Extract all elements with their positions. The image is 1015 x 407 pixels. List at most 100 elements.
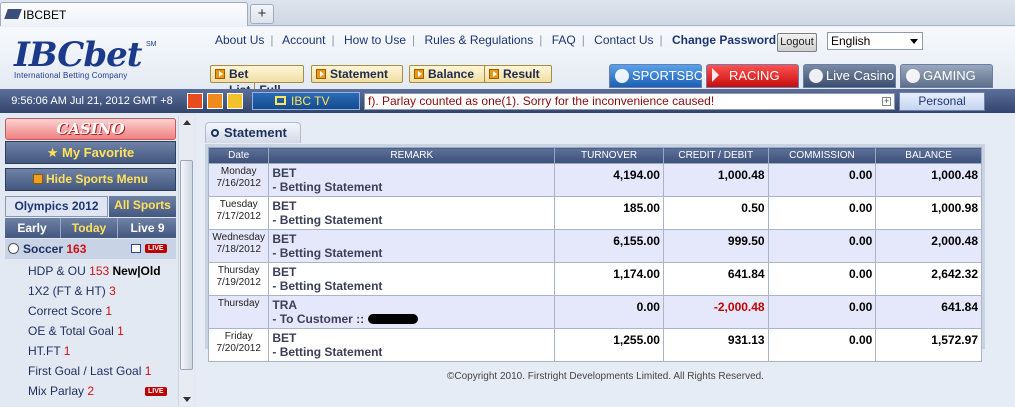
row-credit: 999.50	[662, 229, 769, 263]
server-clock: 9:56:06 AM Jul 21, 2012 GMT +8	[11, 95, 173, 107]
row-commission: 0.00	[767, 163, 877, 197]
statement-table: Date REMARK TURNOVER CREDIT / DEBIT COMM…	[207, 147, 982, 362]
redacted-mark	[367, 314, 418, 324]
market-hdp-ou[interactable]: HDP & OU 153 New|Old	[5, 261, 176, 281]
row-credit: 931.13	[662, 328, 769, 362]
new-old-toggle[interactable]: New|Old	[113, 264, 161, 278]
table-row: Thursday TRA - To Customer :: 0.00 -2,000…	[207, 295, 982, 329]
col-date: Date	[207, 147, 270, 164]
row-balance: 1,572.97	[875, 328, 982, 362]
casino-banner[interactable]: CASINO	[5, 118, 176, 140]
balance-button[interactable]: Balance	[409, 65, 489, 83]
row-commission: 0.00	[767, 262, 877, 296]
market-first-last-goal[interactable]: First Goal / Last Goal 1	[5, 361, 176, 381]
star-icon: ★	[46, 145, 63, 160]
row-commission: 0.00	[767, 229, 877, 263]
tab-live[interactable]: Live 9	[119, 218, 176, 238]
nav-contact-us[interactable]: Contact Us	[594, 33, 653, 47]
ibcbet-logo[interactable]: IBCbet	[14, 35, 142, 75]
logo-tagline: International Betting Company	[14, 71, 128, 80]
expand-icon[interactable]: +	[882, 97, 891, 106]
row-credit: 641.84	[662, 262, 769, 296]
sport-soccer[interactable]: Soccer 163 LIVE	[5, 239, 176, 259]
bet-list-button[interactable]: Bet ListFull	[210, 65, 304, 97]
tab-all-sports[interactable]: All Sports	[109, 196, 176, 217]
row-balance: 2,000.48	[875, 229, 982, 263]
market-ht-ft[interactable]: HT.FT 1	[5, 341, 176, 361]
scroll-down-icon[interactable]	[183, 397, 191, 402]
row-credit: 1,000.48	[662, 163, 769, 197]
table-row: Wednesday 7/18/2012 BET - Betting Statemen…	[207, 229, 982, 263]
row-remark[interactable]: BET - Betting Statement	[268, 196, 556, 230]
favorite-star-icon[interactable]	[227, 93, 243, 109]
row-commission: 0.00	[767, 295, 877, 329]
nav-how-to-use[interactable]: How to Use	[344, 33, 406, 47]
announcement-ticker[interactable]: f). Parlay counted as one(1). Sorry for …	[364, 93, 895, 110]
col-balance: BALANCE	[875, 147, 982, 164]
scroll-up-icon[interactable]	[183, 120, 191, 125]
row-balance: 1,000.98	[875, 196, 982, 230]
tab-racing[interactable]: RACING	[706, 64, 799, 88]
nav-faq[interactable]: FAQ	[552, 33, 576, 47]
personal-msg-button[interactable]: Personal Msg(0)	[899, 92, 985, 125]
live-badge: LIVE	[145, 244, 167, 253]
logout-button[interactable]: Logout	[777, 33, 817, 52]
site-favicon-icon	[4, 9, 22, 19]
my-favorite-button[interactable]: ★ My Favorite	[5, 141, 176, 164]
tab-olympics[interactable]: Olympics 2012	[5, 196, 108, 217]
table-row: Tuesday 7/17/2012 BET - Betting Statement …	[207, 196, 982, 230]
soccer-count: 163	[66, 242, 87, 256]
home-icon[interactable]	[207, 93, 223, 109]
row-credit: -2,000.48	[662, 295, 769, 329]
nav-about-us[interactable]: About Us	[215, 33, 264, 47]
market-time-tabs: Early Today Live 9	[5, 218, 176, 238]
soccer-ball-icon	[8, 243, 19, 254]
tab-early[interactable]: Early	[5, 218, 59, 238]
nav-account[interactable]: Account	[282, 33, 325, 47]
tab-today[interactable]: Today	[60, 218, 118, 238]
sidebar-scrollbar[interactable]	[178, 116, 194, 406]
table-row: Friday 7/20/2012 BET - Betting Statement 1…	[207, 328, 982, 362]
row-date: Tuesday 7/17/2012	[207, 196, 270, 230]
row-remark[interactable]: BET - Betting Statement	[268, 262, 556, 296]
globe-icon	[615, 69, 629, 83]
row-remark[interactable]: BET - Betting Statement	[268, 229, 556, 263]
row-date: Wednesday 7/18/2012	[207, 229, 270, 263]
market-1x2[interactable]: 1X2 (FT & HT) 3	[5, 281, 176, 301]
scroll-thumb[interactable]	[180, 160, 193, 370]
back-icon[interactable]	[187, 93, 203, 109]
nav-rules[interactable]: Rules & Regulations	[424, 33, 533, 47]
hide-sports-menu-button[interactable]: Hide Sports Menu	[5, 168, 176, 191]
row-remark[interactable]: BET - Betting Statement	[268, 328, 556, 362]
row-remark[interactable]: TRA - To Customer ::	[268, 295, 556, 329]
tab-sportsbook[interactable]: SPORTSBOOK	[609, 64, 723, 88]
statement-button[interactable]: Statement	[311, 65, 403, 83]
row-remark[interactable]: BET - Betting Statement	[268, 163, 556, 197]
row-turnover: 6,155.00	[554, 229, 664, 263]
row-credit: 0.50	[662, 196, 769, 230]
new-tab-button[interactable]: +	[250, 4, 274, 24]
row-turnover: 185.00	[554, 196, 664, 230]
browser-tab[interactable]: IBCBET	[0, 2, 248, 26]
row-turnover: 4,194.00	[554, 163, 664, 197]
row-date: Friday 7/20/2012	[207, 328, 270, 362]
result-button[interactable]: Result	[484, 65, 552, 83]
sports-sidebar: CASINO ★ My Favorite Hide Sports Menu Ol…	[0, 113, 196, 407]
market-oe-total-goal[interactable]: OE & Total Goal 1	[5, 321, 176, 341]
arrow-icon	[215, 69, 225, 79]
language-select[interactable]: English	[827, 32, 923, 50]
live-badge: LIVE	[145, 387, 167, 396]
ibc-tv-button[interactable]: IBC TV	[252, 92, 360, 110]
col-turnover: TURNOVER	[554, 147, 664, 164]
row-turnover: 1,174.00	[554, 262, 664, 296]
slot-icon	[906, 69, 920, 83]
top-nav: About Us | Account | How to Use | Rules & R…	[215, 33, 777, 47]
table-row: Monday 7/16/2012 BET - Betting Statement 4…	[207, 163, 982, 197]
arrow-icon	[489, 69, 499, 79]
nav-change-password[interactable]: Change Password	[672, 33, 776, 47]
market-mix-parlay[interactable]: Mix Parlay 2 LIVE	[5, 381, 176, 401]
tab-live-casino[interactable]: Live Casino	[803, 64, 896, 88]
tab-gaming[interactable]: GAMING	[900, 64, 993, 88]
col-commission: COMMISSION	[767, 147, 877, 164]
market-correct-score[interactable]: Correct Score 1	[5, 301, 176, 321]
